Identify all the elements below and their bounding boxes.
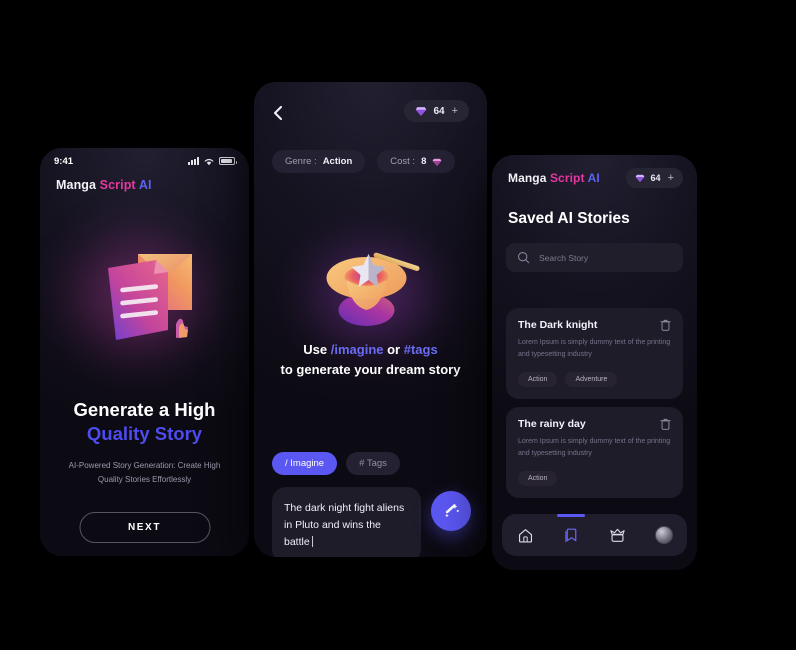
page-title: Saved AI Stories: [508, 210, 630, 227]
story-tag[interactable]: Action: [518, 471, 558, 487]
gem-icon: [432, 158, 442, 166]
magic-wand-icon: [444, 503, 459, 517]
logo-part-ai: AI: [138, 178, 152, 192]
search-input[interactable]: Search Story: [539, 253, 588, 263]
hint-line2: to generate your dream story: [280, 362, 461, 378]
bottom-tab-bar: [502, 514, 687, 556]
story-title: The rainy day: [518, 418, 586, 430]
home-icon: [518, 528, 532, 543]
gem-balance[interactable]: 64 +: [625, 168, 683, 188]
logo-part-manga: Manga: [508, 171, 550, 185]
page-headline: Generate a High Quality Story: [40, 398, 249, 445]
phone-onboarding: 9:41 Manga Script AI Generate a High Qua…: [40, 148, 249, 556]
avatar: [654, 526, 673, 544]
app-showcase: 9:41 Manga Script AI Generate a High Qua…: [0, 0, 796, 650]
logo-part-manga: Manga: [56, 178, 100, 192]
text-caret: [311, 535, 313, 547]
story-tag[interactable]: Adventure: [565, 372, 618, 388]
mode-chip-imagine[interactable]: / Imagine: [272, 452, 338, 475]
gem-icon: [416, 107, 427, 116]
phone-prompt: 64 + Genre : Action Cost : 8 Use /imagin…: [254, 82, 487, 557]
prompt-hint: Use /imagine or #tags to generate your d…: [254, 340, 487, 380]
status-icons: [188, 157, 237, 166]
gem-add[interactable]: +: [452, 105, 458, 117]
genre-label: Genre :: [285, 156, 317, 167]
prompt-input[interactable]: The dark night fight aliens in Pluto and…: [272, 487, 421, 557]
prompt-text: The dark night fight aliens in Pluto and…: [284, 502, 405, 548]
trash-icon[interactable]: [660, 418, 671, 430]
back-button[interactable]: [268, 104, 286, 122]
story-tags: Action: [518, 471, 671, 487]
hint-command: /imagine: [330, 342, 384, 357]
app-logo: Manga Script AI: [508, 171, 600, 185]
hint-middle: or: [383, 342, 404, 357]
story-card[interactable]: The rainy day Lorem Ipsum is simply dumm…: [506, 407, 683, 499]
tab-home[interactable]: [513, 523, 537, 547]
bookmark-icon: [565, 528, 577, 542]
3d-magic-hat-wand-illustration: [308, 234, 433, 339]
trash-icon[interactable]: [660, 319, 671, 331]
signal-bars-icon: [188, 157, 199, 165]
search-bar[interactable]: Search Story: [506, 243, 683, 272]
gem-icon: [635, 174, 644, 182]
cost-chip[interactable]: Cost : 8: [377, 150, 456, 173]
search-icon: [518, 252, 530, 264]
hint-tag: #tags: [403, 342, 438, 357]
genre-chip[interactable]: Genre : Action: [272, 150, 366, 173]
story-description: Lorem Ipsum is simply dummy text of the …: [518, 339, 671, 359]
battery-icon: [219, 157, 237, 165]
gem-count: 64: [433, 105, 445, 117]
gem-count: 64: [650, 173, 661, 183]
logo-part-script: Script: [549, 171, 588, 185]
story-description: Lorem Ipsum is simply dummy text of the …: [518, 438, 671, 458]
status-bar: 9:41: [40, 148, 249, 174]
logo-part-ai: AI: [587, 171, 600, 185]
story-tags: Action Adventure: [518, 372, 671, 388]
hint-prefix: Use: [303, 342, 331, 357]
story-meta-row: Genre : Action Cost : 8: [272, 150, 456, 173]
gem-add[interactable]: +: [668, 172, 674, 184]
phone-saved-stories: Manga Script AI 64 + Saved AI Stories Se…: [492, 155, 697, 570]
prompt-composer: The dark night fight aliens in Pluto and…: [272, 487, 471, 557]
next-button[interactable]: NEXT: [79, 512, 210, 543]
tab-saved[interactable]: [557, 514, 586, 547]
story-card-head: The rainy day: [518, 418, 671, 430]
mode-chip-row: / Imagine # Tags: [272, 452, 400, 475]
cost-value: 8: [421, 156, 427, 167]
logo-part-script: Script: [99, 178, 139, 192]
active-tab-indicator: [557, 514, 586, 517]
story-tag[interactable]: Action: [518, 372, 558, 388]
headline-line1: Generate a High: [73, 399, 216, 420]
crown-icon: [610, 528, 625, 542]
chevron-left-icon: [273, 105, 282, 121]
story-title: The Dark knight: [518, 319, 598, 331]
generate-button[interactable]: [431, 491, 471, 531]
cost-label: Cost :: [390, 156, 416, 167]
mode-chip-tags[interactable]: # Tags: [346, 452, 400, 475]
tab-profile[interactable]: [652, 523, 676, 547]
status-time: 9:41: [54, 155, 74, 167]
tab-rewards[interactable]: [606, 523, 630, 547]
onboarding-subtext: AI-Powered Story Generation: Create High…: [68, 461, 221, 484]
genre-value: Action: [322, 156, 353, 167]
story-card-head: The Dark knight: [518, 319, 671, 331]
story-card[interactable]: The Dark knight Lorem Ipsum is simply du…: [506, 308, 683, 400]
app-logo: Manga Script AI: [56, 178, 152, 192]
wifi-icon: [204, 158, 214, 165]
headline-line2: Quality Story: [86, 422, 203, 444]
gem-balance[interactable]: 64 +: [404, 100, 469, 122]
3d-document-illustration: [80, 226, 210, 356]
